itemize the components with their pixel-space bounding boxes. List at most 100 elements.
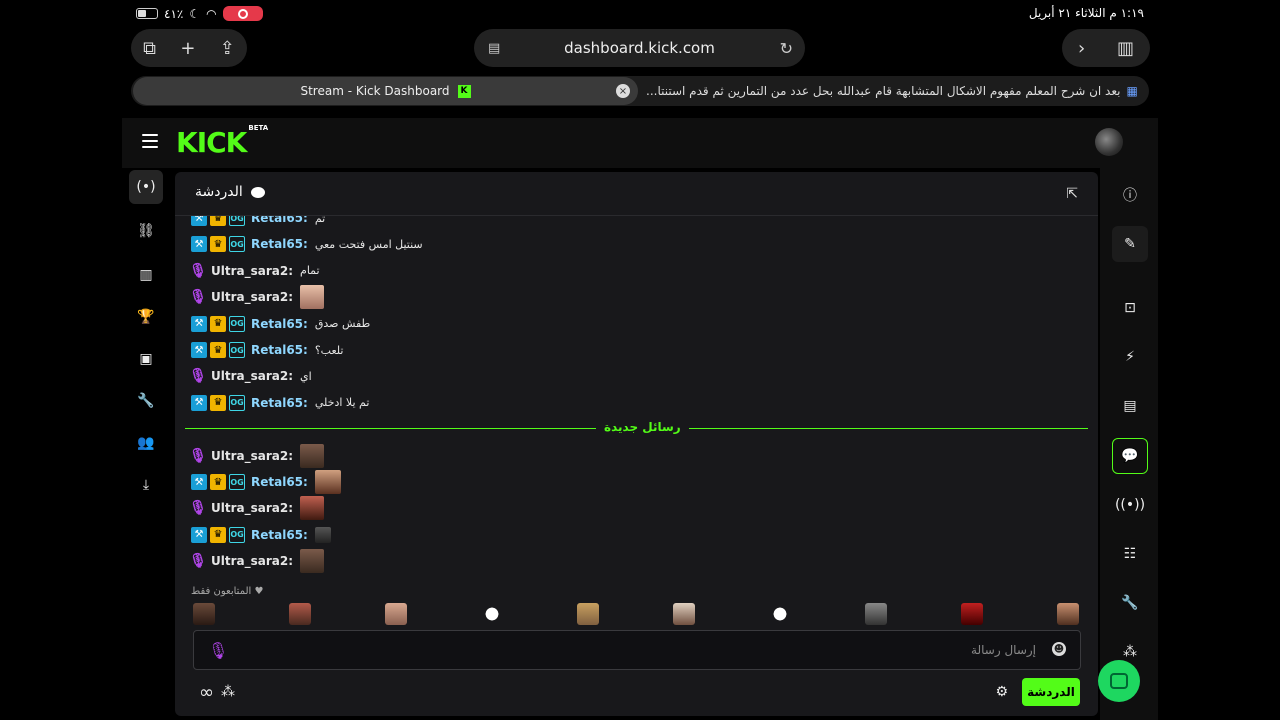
og-badge-icon: OG [229,526,245,543]
screen-record-icon[interactable] [222,6,263,21]
mod-badge-icon: ⚒ [191,315,207,332]
send-chat-button[interactable]: الدردشة [1022,678,1080,706]
emote-icon[interactable] [865,603,887,625]
screenshot-icon[interactable]: ⊡ [1112,290,1148,326]
mod-badge-icon: ⚒ [191,526,207,543]
chat-username[interactable]: Retal65: [251,317,308,331]
kick-favicon-icon: K [457,84,471,98]
emote-image [300,548,325,573]
new-tab-icon[interactable]: + [180,38,195,59]
reload-icon[interactable]: ↻ [780,39,793,58]
chat-username[interactable]: Retal65: [251,396,308,410]
chat-username[interactable]: Ultra_sara2: [211,554,293,568]
right-sidebar: ⓘ ✎ ⊡ ⚡ ▤ 💬 ((•)) ☷ 🔧 ⁂ [1100,168,1158,720]
chat-username[interactable]: Retal65: [251,343,308,357]
user-avatar[interactable] [1095,128,1123,156]
skull-emote-icon[interactable] [769,603,791,625]
emote-icon[interactable] [289,603,311,625]
chat-username[interactable]: Ultra_sara2: [211,369,293,383]
hamburger-menu-icon[interactable] [142,134,158,148]
kick-header: KICK BETA [122,118,1158,168]
chat-message[interactable]: ⚒ ♛ OG Retal65: [191,470,341,495]
chat-icon[interactable]: 💬 [1112,438,1148,474]
chat-message[interactable]: ⚒ ♛ OG Retal65: تم يلا ادخلي [191,391,369,415]
crown-badge-icon: ♛ [210,394,226,411]
chat-bubble-icon [250,186,265,198]
mod-badge-icon: ⚒ [191,236,207,253]
time-date: ١:١٩ م الثلاثاء ٢١ أبريل [1028,6,1144,20]
kick-logo[interactable]: KICK BETA [176,124,268,159]
chat-message[interactable]: 🎙 Ultra_sara2: تمام [189,259,320,283]
crown-badge-icon: ♛ [210,526,226,543]
wrench-icon[interactable]: 🔧 [129,384,163,418]
infinity-icon[interactable]: ∞ [199,682,214,703]
chat-message[interactable]: ⚒ ♛ OG Retal65: تلعب؟ [191,338,343,362]
crown-badge-icon: ♛ [210,342,226,358]
edit-icon[interactable]: ✎ [1112,226,1148,262]
chat-message-text: طفش صدق [314,317,371,331]
tab-other[interactable]: ▦ بعد ان شرح المعلم مفهوم الاشكال المتشا… [646,76,1141,106]
browser-toolbar-left: ⧉ + ⇪ [131,29,247,67]
emote-icon[interactable] [193,603,215,625]
chat-message[interactable]: 🎙 Ultra_sara2: [189,496,325,521]
chat-message[interactable]: ⚒ ♛ OG Retal65: سنتيل امس فتحت معي [191,232,423,256]
chat-message[interactable]: 🎙 Ultra_sara2: [189,444,325,468]
analytics-icon[interactable]: ▥ [129,258,163,292]
tabs-overview-icon[interactable]: ⧉ [143,38,156,59]
tab-kick-dashboard[interactable]: Stream - Kick Dashboard K × [133,77,638,105]
tab-bar: Stream - Kick Dashboard K × ▦ بعد ان شرح… [131,76,1149,106]
document-icon[interactable]: ▤ [1112,388,1148,424]
chat-message[interactable]: 🎙 Ultra_sara2: اي [189,364,312,388]
stream-broadcast-icon[interactable]: (•) [129,170,163,204]
emoji-picker-icon[interactable]: ☻ [1052,642,1066,656]
broadcast-icon[interactable]: ((•)) [1112,487,1148,523]
emote-icon[interactable] [961,603,983,625]
chat-message[interactable]: ⚒ ♛ OG Retal65: تم [191,216,325,230]
emote-icon[interactable] [1057,603,1079,625]
emote-image [314,470,341,495]
forward-icon[interactable]: › [1078,38,1085,59]
url-text: dashboard.kick.com [564,39,715,57]
chat-message[interactable]: 🎙 Ultra_sara2: [189,285,325,310]
upload-icon[interactable]: ⤓ [129,468,163,502]
video-icon[interactable]: ▣ [129,342,163,376]
info-icon[interactable]: ⓘ [1112,177,1148,213]
gear-icon[interactable]: ⚙ [995,684,1008,700]
mod-badge-icon: ⚒ [191,394,207,411]
emote-icon[interactable] [673,603,695,625]
chat-username[interactable]: Retal65: [251,475,308,489]
close-tab-icon[interactable]: × [616,84,630,98]
chat-username[interactable]: Ultra_sara2: [211,290,293,304]
og-badge-icon: OG [229,342,245,358]
wrench-icon[interactable]: 🔧 [1112,585,1148,621]
support-chat-button[interactable] [1098,660,1140,702]
sidebar-icon[interactable]: ▥ [1117,38,1134,59]
chat-username[interactable]: Ultra_sara2: [211,264,293,278]
chat-username[interactable]: Retal65: [251,528,308,542]
community-icon[interactable]: 👥 [129,426,163,460]
emote-icon[interactable] [577,603,599,625]
chat-message[interactable]: ⚒ ♛ OG Retal65: طفش صدق [191,312,370,336]
mic-badge-icon: 🎙 [189,500,207,517]
chat-username[interactable]: Ultra_sara2: [211,449,293,463]
layout-icon[interactable]: ☷ [1112,536,1148,572]
popout-icon[interactable]: ⇱ [1066,186,1078,202]
skull-emote-icon[interactable] [481,603,503,625]
chat-username[interactable]: Retal65: [251,237,308,251]
chat-message[interactable]: ⚒ ♛ OG Retal65: [191,523,331,547]
chat-message[interactable]: 🎙 Ultra_sara2: [189,548,325,573]
chat-input[interactable]: 🎙 إرسال رسالة ☻ [193,630,1081,670]
lightning-icon[interactable]: ⚡ [1112,339,1148,375]
page-menu-icon[interactable]: ▤ [488,41,500,56]
crown-badge-icon: ♛ [210,315,226,332]
mic-badge-icon: 🎙 [189,552,207,569]
share-icon[interactable]: ⇪ [220,38,235,59]
chat-username[interactable]: Ultra_sara2: [211,501,293,515]
chat-username[interactable]: Retal65: [251,216,308,225]
emote-icon[interactable] [385,603,407,625]
trophy-icon[interactable]: 🏆 [129,300,163,334]
link-icon[interactable]: ⛓ [129,214,163,248]
address-bar[interactable]: ▤ dashboard.kick.com ↻ [474,29,805,67]
kick-points-icon[interactable]: ⁂ [221,684,235,700]
battery-percent: ٤١٪ [164,6,184,21]
